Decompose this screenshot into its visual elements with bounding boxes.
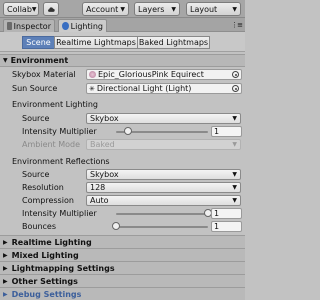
expanded-triangle-icon: ▼ — [3, 57, 8, 64]
chevron-down-icon: ▼ — [232, 197, 237, 204]
debug-settings-title: Debug Settings — [11, 289, 82, 299]
intensity-multiplier-label: Intensity Multiplier — [22, 127, 97, 136]
env-source-dropdown[interactable]: Skybox ▼ — [86, 113, 241, 124]
subtab-realtime-lightmaps[interactable]: Realtime Lightmaps — [54, 36, 138, 49]
chevron-down-icon: ▼ — [120, 5, 125, 13]
env-source-label: Source — [22, 114, 50, 123]
other-settings-section-header[interactable]: ▶ Other Settings — [0, 274, 245, 287]
refl-source-value: Skybox — [90, 170, 119, 179]
refl-source-label: Source — [22, 170, 50, 179]
chevron-down-icon: ▼ — [232, 184, 237, 191]
compression-dropdown[interactable]: Auto ▼ — [86, 195, 241, 206]
tab-lighting-label: Lighting — [70, 21, 103, 31]
refl-intensity-multiplier-label: Intensity Multiplier — [22, 209, 97, 218]
subtab-scene[interactable]: Scene — [22, 36, 55, 49]
collapsed-triangle-icon: ▶ — [3, 277, 8, 285]
chevron-down-icon: ▼ — [171, 5, 176, 13]
skybox-material-field[interactable]: Epic_GloriousPink Equirect — [86, 69, 242, 80]
account-label: Account — [86, 4, 119, 14]
collab-label: Collab — [7, 4, 32, 14]
realtime-lighting-title: Realtime Lighting — [11, 237, 92, 247]
ambient-mode-label: Ambient Mode — [22, 140, 81, 149]
ambient-mode-dropdown: Baked ▼ — [86, 139, 241, 150]
refl-intensity-slider-track[interactable] — [116, 213, 208, 215]
sun-source-value: Directional Light (Light) — [96, 84, 192, 93]
bounces-slider-track[interactable] — [116, 226, 208, 228]
env-source-value: Skybox — [90, 114, 119, 123]
material-icon — [89, 71, 96, 78]
collapsed-triangle-icon: ▶ — [3, 290, 8, 298]
realtime-lighting-section-header[interactable]: ▶ Realtime Lighting — [0, 235, 245, 248]
chevron-down-icon: ▼ — [232, 115, 237, 122]
bounces-slider-thumb[interactable] — [112, 222, 120, 230]
tab-inspector[interactable]: Inspector — [3, 19, 55, 32]
environment-section-header[interactable]: ▼ Environment — [0, 54, 245, 67]
top-toolbar: Collab ▼ Account ▼ Layers ▼ Layout ▼ — [0, 0, 245, 18]
resolution-dropdown[interactable]: 128 ▼ — [86, 182, 241, 193]
object-picker-icon[interactable] — [232, 85, 239, 92]
environment-title: Environment — [10, 56, 69, 65]
subtab-baked-lightmaps[interactable]: Baked Lightmaps — [137, 36, 210, 49]
layout-label: Layout — [190, 4, 218, 14]
inspector-icon — [7, 22, 12, 30]
environment-lighting-label: Environment Lighting — [12, 100, 98, 109]
lighting-icon — [62, 22, 69, 30]
intensity-multiplier-input[interactable]: 1 — [211, 126, 242, 137]
resolution-value: 128 — [90, 183, 106, 192]
tab-lighting[interactable]: Lighting — [58, 19, 107, 32]
object-picker-icon[interactable] — [232, 71, 239, 78]
compression-value: Auto — [90, 196, 109, 205]
lighting-subtabs: Scene Realtime Lightmaps Baked Lightmaps — [0, 32, 245, 52]
resolution-label: Resolution — [22, 183, 64, 192]
bounces-label: Bounces — [22, 222, 57, 231]
layout-dropdown[interactable]: Layout ▼ — [186, 2, 241, 16]
chevron-down-icon: ▼ — [232, 171, 237, 178]
compression-label: Compression — [22, 196, 74, 205]
layers-label: Layers — [138, 4, 165, 14]
skybox-material-label: Skybox Material — [12, 70, 76, 79]
refl-source-dropdown[interactable]: Skybox ▼ — [86, 169, 241, 180]
chevron-down-icon: ▼ — [232, 141, 237, 148]
skybox-material-value: Epic_GloriousPink Equirect — [98, 70, 204, 79]
intensity-slider-thumb[interactable] — [123, 127, 132, 135]
sun-source-label: Sun Source — [12, 84, 58, 93]
light-icon: ✳ — [89, 84, 95, 93]
layers-dropdown[interactable]: Layers ▼ — [134, 2, 180, 16]
sun-source-field[interactable]: ✳ Directional Light (Light) — [86, 83, 242, 94]
cloud-icon — [48, 6, 55, 12]
lightmapping-settings-section-header[interactable]: ▶ Lightmapping Settings — [0, 261, 245, 274]
environment-reflections-label: Environment Reflections — [12, 157, 110, 166]
collapsed-triangle-icon: ▶ — [3, 251, 8, 259]
refl-intensity-multiplier-input[interactable]: 1 — [211, 208, 242, 219]
lightmapping-settings-title: Lightmapping Settings — [11, 263, 115, 273]
bounces-input[interactable]: 1 — [211, 221, 242, 232]
mixed-lighting-section-header[interactable]: ▶ Mixed Lighting — [0, 248, 245, 261]
other-settings-title: Other Settings — [11, 276, 78, 286]
chevron-down-icon: ▼ — [31, 5, 37, 13]
cloud-button[interactable] — [43, 2, 59, 16]
window-tabbar: Inspector Lighting ⋮≡ — [0, 18, 245, 32]
tab-menu-icon[interactable]: ⋮≡ — [231, 21, 243, 29]
debug-settings-section-header[interactable]: ▶ Debug Settings — [0, 287, 245, 300]
collapsed-triangle-icon: ▶ — [3, 264, 8, 272]
tab-inspector-label: Inspector — [13, 21, 51, 31]
ambient-mode-value: Baked — [90, 140, 115, 149]
mixed-lighting-title: Mixed Lighting — [11, 250, 79, 260]
collapsed-triangle-icon: ▶ — [3, 238, 8, 246]
chevron-down-icon: ▼ — [232, 5, 237, 13]
account-dropdown[interactable]: Account ▼ — [82, 2, 129, 16]
collab-dropdown[interactable]: Collab ▼ — [3, 2, 39, 16]
